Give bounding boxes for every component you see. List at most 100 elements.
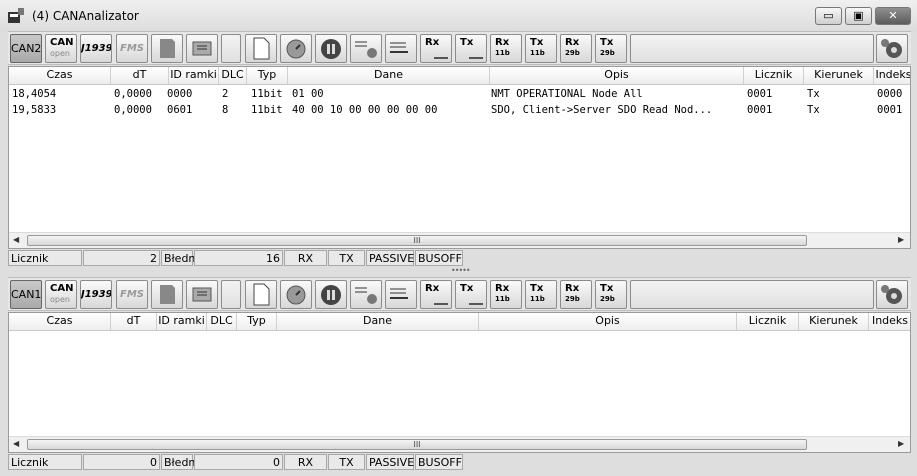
pause-button[interactable] <box>315 34 347 63</box>
filter-settings-icon <box>355 41 377 58</box>
status-bar-can1: Licznik 0 Błedne 0 RX TX PASSIVE BUSOFF <box>8 454 911 471</box>
col-dane[interactable]: Dane <box>277 313 479 330</box>
tx-11b-button[interactable]: Tx 11b <box>525 34 557 63</box>
scroll-right-icon[interactable]: ▶ <box>898 439 904 448</box>
canopen-button[interactable]: CAN open <box>45 34 77 63</box>
scroll-left-icon[interactable]: ◀ <box>13 439 19 448</box>
tx11b-tx-label: Tx <box>530 283 544 294</box>
col-licznik[interactable]: Licznik <box>737 313 799 330</box>
sd-card-button[interactable] <box>151 34 183 63</box>
canopen-button[interactable]: CAN open <box>45 280 77 309</box>
can-channel-button[interactable]: CAN1 <box>10 280 42 309</box>
open-file-button[interactable] <box>186 280 218 309</box>
status-passive-indicator: PASSIVE <box>366 454 414 470</box>
col-licznik[interactable]: Licznik <box>744 67 804 84</box>
j1939-button[interactable]: J1939 <box>80 34 112 63</box>
minimize-button[interactable]: ▭ <box>815 7 842 25</box>
cell-indeks: 0001 <box>877 104 903 116</box>
sd-card-icon <box>160 39 175 58</box>
j1939-label: J1939 <box>81 289 112 300</box>
toolbar-spacer <box>221 280 241 309</box>
horizontal-scrollbar[interactable]: ◀ III ▶ <box>9 436 910 452</box>
rx-button[interactable]: Rx <box>420 34 452 63</box>
col-czas[interactable]: Czas <box>9 67 111 84</box>
stopwatch-icon <box>286 39 306 59</box>
status-licznik-label: Licznik <box>8 250 82 266</box>
panel-splitter[interactable]: ••••• <box>0 266 917 275</box>
scroll-thumb[interactable]: III <box>27 439 807 450</box>
timer-button[interactable] <box>280 280 312 309</box>
filter-settings-button[interactable] <box>350 34 382 63</box>
col-indeks[interactable]: Indeks <box>869 313 910 330</box>
filter-settings-button[interactable] <box>350 280 382 309</box>
col-indeks[interactable]: Indeks <box>874 67 910 84</box>
rx-29b-button[interactable]: Rx 29b <box>560 280 592 309</box>
col-id[interactable]: ID ramki <box>157 313 207 330</box>
col-czas[interactable]: Czas <box>9 313 111 330</box>
rx29b-rx-label: Rx <box>565 283 580 294</box>
rx-11b-button[interactable]: Rx 11b <box>490 34 522 63</box>
scroll-thumb[interactable]: III <box>27 235 807 246</box>
tx-button[interactable]: Tx <box>455 34 487 63</box>
col-typ[interactable]: Typ <box>237 313 277 330</box>
rx-button[interactable]: Rx <box>420 280 452 309</box>
col-opis[interactable]: Opis <box>479 313 737 330</box>
col-dt[interactable]: dT <box>111 313 157 330</box>
col-kierunek[interactable]: Kierunek <box>799 313 869 330</box>
col-id[interactable]: ID ramki <box>169 67 219 84</box>
timer-button[interactable] <box>280 34 312 63</box>
tx-button[interactable]: Tx <box>455 280 487 309</box>
col-dane[interactable]: Dane <box>288 67 490 84</box>
status-busoff-indicator: BUSOFF <box>415 454 463 470</box>
settings-button[interactable] <box>876 34 908 63</box>
open-file-button[interactable] <box>186 34 218 63</box>
settings-gear-icon <box>881 285 902 304</box>
scroll-left-icon[interactable]: ◀ <box>13 235 19 244</box>
tx-29b-button[interactable]: Tx 29b <box>595 280 627 309</box>
cell-kierunek: Tx <box>807 104 820 116</box>
filter-settings-icon <box>355 287 377 304</box>
rx-11b-button[interactable]: Rx 11b <box>490 280 522 309</box>
tx-29b-button[interactable]: Tx 29b <box>595 34 627 63</box>
frames-table-can2: Czas dT ID ramki DLC Typ Dane Opis Liczn… <box>8 66 911 249</box>
panel-can2: CAN2 CAN open J1939 FMS Rx Tx Rx 11b Tx … <box>8 31 911 267</box>
new-log-button[interactable] <box>245 34 277 63</box>
table-row[interactable]: 19,5833 0,0000 0601 8 11bit 40 00 10 00 … <box>9 103 910 119</box>
status-busoff-indicator: BUSOFF <box>415 250 463 266</box>
maximize-button[interactable]: ▣ <box>845 7 872 25</box>
col-opis[interactable]: Opis <box>490 67 744 84</box>
new-log-button[interactable] <box>245 280 277 309</box>
tx-11b-button[interactable]: Tx 11b <box>525 280 557 309</box>
tx11b-label: 11b <box>530 49 545 57</box>
horizontal-scrollbar[interactable]: ◀ III ▶ <box>9 232 910 248</box>
col-dlc[interactable]: DLC <box>207 313 237 330</box>
scroll-right-icon[interactable]: ▶ <box>898 235 904 244</box>
cell-dlc: 8 <box>222 104 229 116</box>
table-header: Czas dT ID ramki DLC Typ Dane Opis Liczn… <box>9 313 910 331</box>
cell-typ: 11bit <box>251 104 283 116</box>
col-dlc[interactable]: DLC <box>219 67 247 84</box>
close-button[interactable]: ✕ <box>875 7 911 25</box>
j1939-button[interactable]: J1939 <box>80 280 112 309</box>
col-dt[interactable]: dT <box>111 67 169 84</box>
stopwatch-icon <box>286 285 306 305</box>
frames-table-can1: Czas dT ID ramki DLC Typ Dane Opis Liczn… <box>8 312 911 453</box>
settings-button[interactable] <box>876 280 908 309</box>
fms-button[interactable]: FMS <box>116 280 148 309</box>
rx-29b-button[interactable]: Rx 29b <box>560 34 592 63</box>
tx29b-label: 29b <box>600 295 615 303</box>
filter-button[interactable] <box>385 34 417 63</box>
sd-card-button[interactable] <box>151 280 183 309</box>
filter-button[interactable] <box>385 280 417 309</box>
pause-button[interactable] <box>315 280 347 309</box>
table-row[interactable]: 18,4054 0,0000 0000 2 11bit 01 00 NMT OP… <box>9 87 910 103</box>
toolbar-spacer <box>630 280 874 309</box>
cell-opis: SDO, Client->Server SDO Read Nod... <box>491 104 713 116</box>
cell-dane: 40 00 10 00 00 00 00 00 <box>292 104 438 116</box>
col-typ[interactable]: Typ <box>247 67 288 84</box>
can-channel-button[interactable]: CAN2 <box>10 34 42 63</box>
fms-button[interactable]: FMS <box>116 34 148 63</box>
status-licznik-label: Licznik <box>8 454 82 470</box>
col-kierunek[interactable]: Kierunek <box>804 67 874 84</box>
rx29b-label: 29b <box>565 49 580 57</box>
